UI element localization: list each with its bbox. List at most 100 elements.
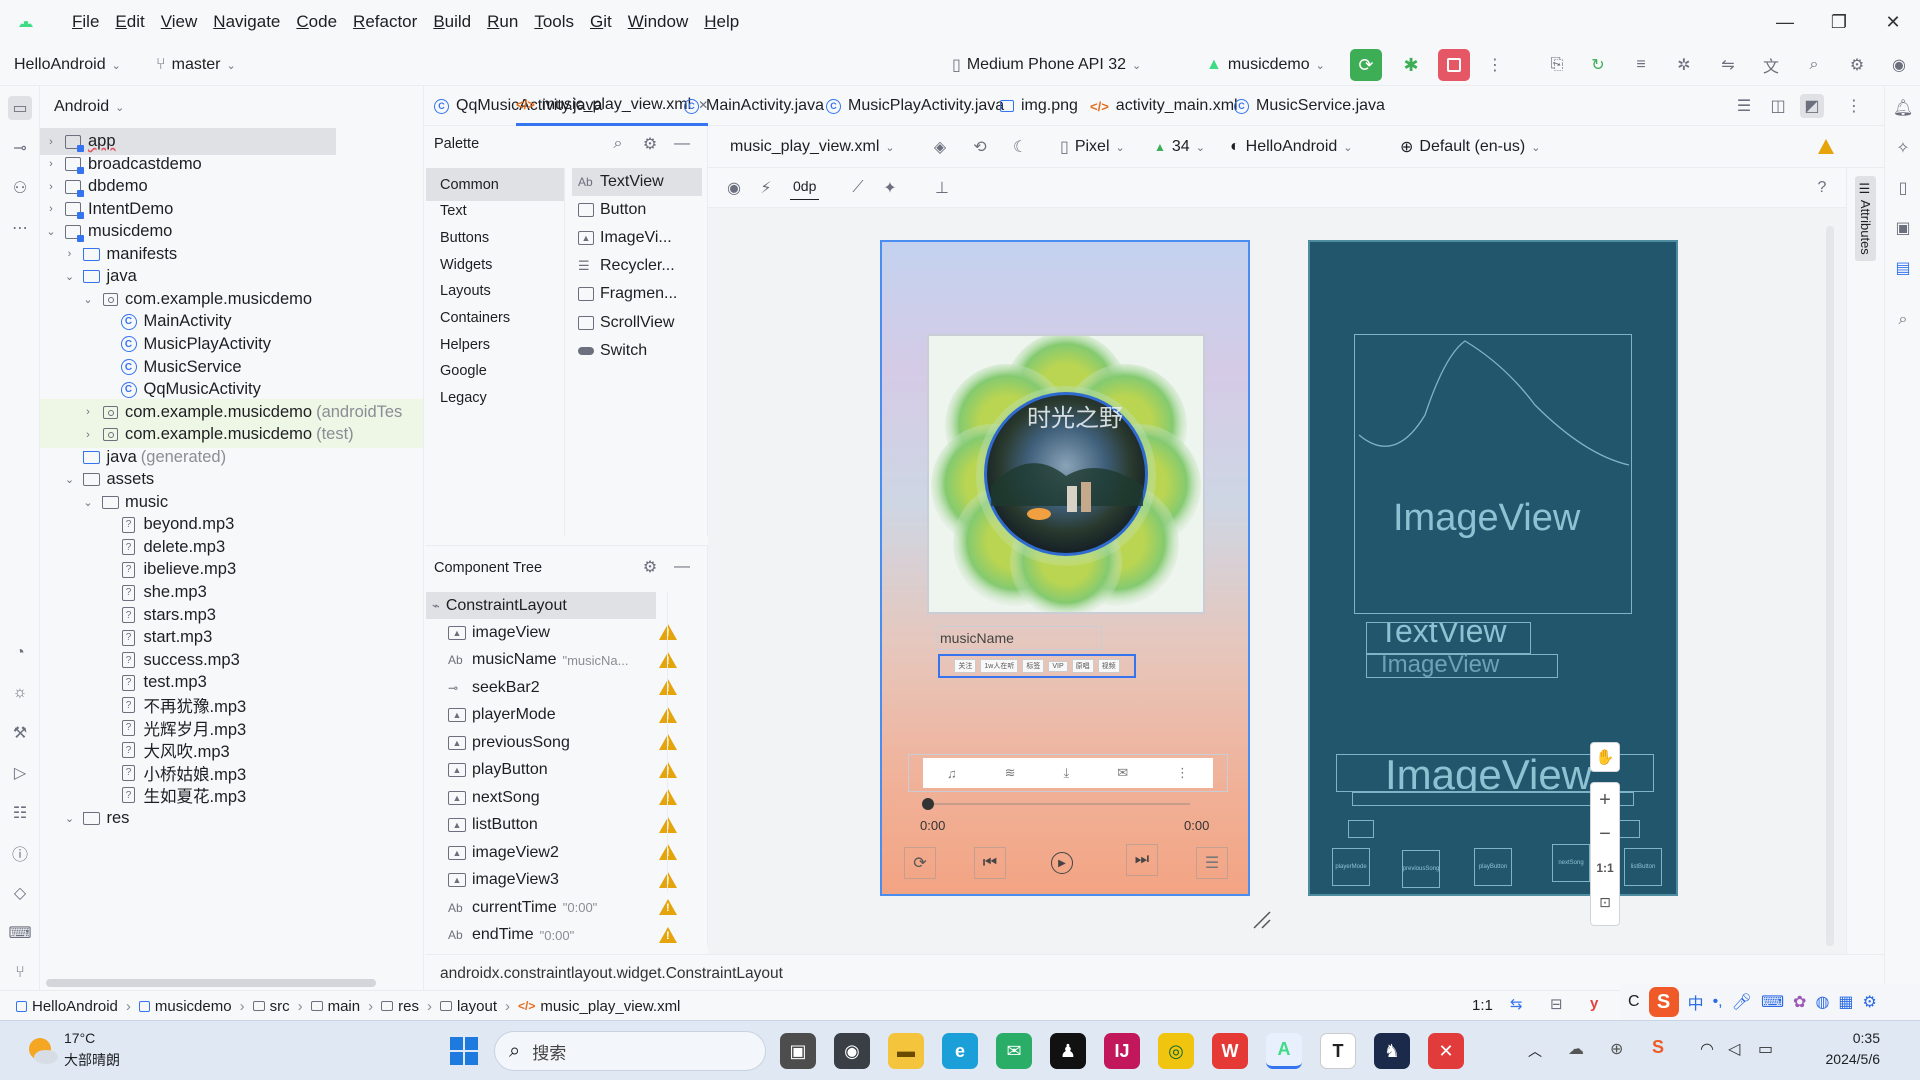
apply-changes-icon[interactable]: ⎘ <box>1545 53 1569 77</box>
attach-debugger-icon[interactable]: ✲ <box>1672 53 1696 77</box>
menu-code[interactable]: Code <box>290 12 343 32</box>
stop-button[interactable] <box>1438 49 1470 81</box>
wechat-icon[interactable]: ✉ <box>996 1033 1032 1069</box>
split-view-icon[interactable]: ◫ <box>1766 94 1790 118</box>
zoom-out-icon[interactable]: − <box>1591 817 1619 851</box>
ime-punct-icon[interactable]: •, <box>1713 993 1723 1011</box>
seek-bar[interactable] <box>922 798 1190 810</box>
menu-file[interactable]: File <box>66 12 105 32</box>
chevron-down-icon[interactable]: ⌄ <box>44 225 58 238</box>
orientation-icon[interactable]: ⟲ <box>968 135 992 159</box>
version-control-icon[interactable]: ⑂ <box>8 961 32 985</box>
menu-tools[interactable]: Tools <box>528 12 580 32</box>
warning-icon[interactable] <box>659 624 677 640</box>
tab-musicplayactivity-java[interactable]: C MusicPlayActivity.java <box>826 86 1004 126</box>
logcat-icon[interactable]: ☷ <box>8 801 32 825</box>
chevron-right-icon[interactable]: › <box>81 429 95 441</box>
xmind-icon[interactable]: ✕ <box>1428 1033 1464 1069</box>
device-manager-icon[interactable]: ⇋ <box>1716 53 1740 77</box>
volume-icon[interactable]: ◁ <box>1728 1039 1740 1059</box>
player-mode-button[interactable]: ⟳ <box>904 847 936 879</box>
palette-item[interactable]: Switch <box>578 337 647 365</box>
infer-constraints-icon[interactable]: ✦ <box>878 176 902 200</box>
typora-icon[interactable]: T <box>1320 1033 1356 1069</box>
layout-inspector-icon[interactable]: ▤ <box>1891 256 1915 280</box>
tab-options-icon[interactable]: ⋮ <box>1842 94 1866 118</box>
chevron-down-icon[interactable]: ⌄ <box>63 812 77 825</box>
device-selector[interactable]: ▯ Medium Phone API 32 ⌄ <box>952 44 1141 86</box>
bp-button[interactable]: previousSong <box>1402 850 1440 888</box>
chevron-right-icon[interactable]: › <box>44 203 58 215</box>
settings-gear-icon[interactable]: ⚙ <box>638 132 662 156</box>
locale-selector[interactable]: ⊕ Default (en-us) ⌄ <box>1400 126 1540 168</box>
music-name-text[interactable]: musicName <box>937 626 1102 650</box>
menu-refactor[interactable]: Refactor <box>347 12 423 32</box>
app-quality-icon[interactable]: ◇ <box>8 881 32 905</box>
sogou-logo-icon[interactable]: S <box>1648 987 1679 1017</box>
canvas-vertical-scrollbar[interactable] <box>1826 226 1834 946</box>
device-explorer-icon[interactable]: ⌕ <box>1891 308 1915 332</box>
gemini-icon[interactable]: ✧ <box>1891 136 1915 160</box>
breadcrumb-item[interactable]: src <box>252 998 290 1015</box>
component-root[interactable]: ⌁ ConstraintLayout <box>426 592 656 619</box>
menu-edit[interactable]: Edit <box>109 12 150 32</box>
task-view-icon[interactable]: ▣ <box>780 1033 816 1069</box>
branch-selector[interactable]: ⑂ master ⌄ <box>156 44 236 86</box>
code-view-icon[interactable]: ☰ <box>1732 94 1756 118</box>
profiler-icon[interactable]: ◔ <box>8 641 32 665</box>
warning-icon[interactable] <box>659 926 677 943</box>
ime-settings-icon[interactable]: ⚙ <box>1863 992 1877 1012</box>
bp-button[interactable]: nextSong <box>1552 844 1590 882</box>
ime-keyboard-icon[interactable]: ⌨ <box>1761 992 1784 1012</box>
breadcrumb-item[interactable]: layout <box>439 998 497 1015</box>
bp-current-time[interactable] <box>1348 820 1374 838</box>
ime-y-icon[interactable]: y <box>1590 995 1598 1012</box>
windows-start-icon[interactable] <box>446 1033 482 1069</box>
menu-help[interactable]: Help <box>698 12 745 32</box>
ime-c-icon[interactable]: C <box>1628 993 1640 1011</box>
play-button[interactable]: ▶ <box>1046 847 1078 879</box>
bp-button[interactable]: playerMode <box>1332 848 1370 886</box>
project-view-selector[interactable]: Android ⌄ <box>54 86 124 128</box>
more-tools-icon[interactable]: ⋯ <box>8 216 32 240</box>
sync-icon[interactable]: ≡ <box>1629 53 1653 77</box>
warning-icon[interactable] <box>659 679 677 695</box>
git-status-icon[interactable]: ⇆ <box>1510 995 1523 1013</box>
bp-tags-view[interactable]: ImageView <box>1366 654 1558 678</box>
breadcrumb-item[interactable]: musicdemo <box>138 998 232 1015</box>
wps-icon[interactable]: W <box>1212 1033 1248 1069</box>
menu-build[interactable]: Build <box>427 12 477 32</box>
design-surface-icon[interactable]: ◈ <box>928 135 952 159</box>
palette-item[interactable]: ☰ Recycler... <box>578 252 675 280</box>
show-hidden-icons[interactable]: ︿ <box>1528 1041 1542 1061</box>
design-view-icon[interactable]: ◩ <box>1800 94 1824 118</box>
tree-item[interactable]: ⌄ res <box>40 805 423 832</box>
weather-widget[interactable] <box>22 1031 62 1071</box>
next-song-button[interactable]: ⏭ <box>1126 844 1158 876</box>
zoom-fit-icon[interactable]: ⊡ <box>1591 885 1619 919</box>
ime-mode-label[interactable]: 中 <box>1688 990 1704 1014</box>
breadcrumb-item[interactable]: HelloAndroid <box>16 998 118 1015</box>
menu-navigate[interactable]: Navigate <box>207 12 286 32</box>
blueprint-preview[interactable]: ImageView TextView ImageView ImageView p… <box>1308 240 1678 896</box>
chrome-icon[interactable]: ◎ <box>1158 1033 1194 1069</box>
design-canvas[interactable]: 时光之野 musicName 关注 1w人在听 标签 VIP 原唱 视频 ♫ ≋ ⤓ ✉ … <box>708 208 1846 954</box>
pan-hand-icon[interactable]: ✋ <box>1590 742 1620 772</box>
settings-gear-icon[interactable]: ⚙ <box>1845 53 1869 77</box>
chevron-down-icon[interactable]: ⌄ <box>81 293 95 306</box>
help-icon[interactable]: ? <box>1810 176 1834 200</box>
debug-button[interactable]: ✱ <box>1398 52 1424 78</box>
chevron-down-icon[interactable]: ⌄ <box>63 473 77 486</box>
guidelines-icon[interactable]: ⊥ <box>930 176 954 200</box>
warning-icon[interactable] <box>659 761 677 778</box>
menu-window[interactable]: Window <box>622 12 694 32</box>
palette-item[interactable]: ScrollView <box>578 309 674 337</box>
settings-gear-icon[interactable]: ⚙ <box>638 555 662 579</box>
horizontal-scrollbar[interactable] <box>46 979 376 987</box>
more-actions-icon[interactable]: ⋮ <box>1483 53 1507 77</box>
warning-icon[interactable] <box>659 789 677 805</box>
translate-icon[interactable]: 文 <box>1759 53 1783 77</box>
close-window-button[interactable]: ✕ <box>1878 8 1908 36</box>
bp-text-view[interactable]: TextView <box>1366 622 1531 654</box>
bp-image-view-1[interactable]: ImageView <box>1354 334 1632 614</box>
